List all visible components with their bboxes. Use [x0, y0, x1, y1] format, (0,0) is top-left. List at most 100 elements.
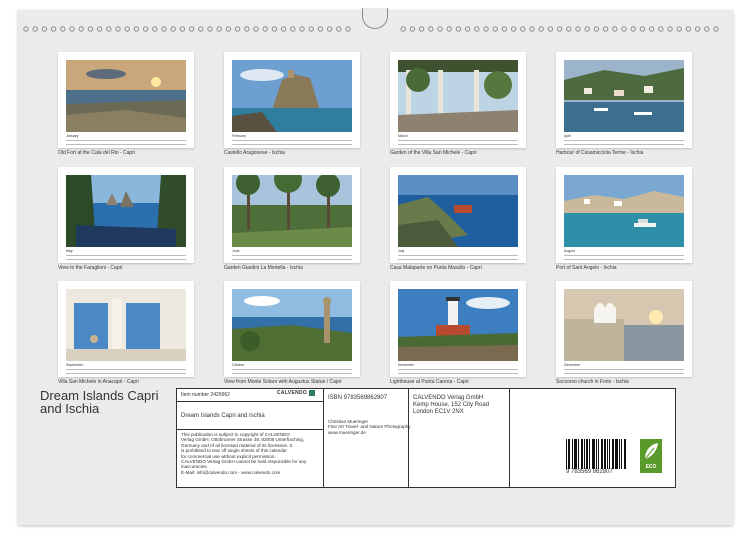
- month-date-grid: [564, 369, 684, 374]
- month-date-grid: [398, 369, 518, 374]
- spiral-ring: [234, 26, 241, 32]
- month-date-grid: [564, 140, 684, 145]
- spiral-ring: [510, 26, 517, 32]
- spiral-ring: [262, 26, 268, 32]
- month-caption: Villa San Michele in Anacapri - Capri: [58, 379, 139, 385]
- month-label: March: [398, 134, 408, 138]
- spiral-ring: [336, 26, 342, 32]
- month-label: December: [564, 363, 581, 367]
- month-thumbnail-may: May: [58, 167, 194, 263]
- info-column-3: CALVENDO Verlag GmbH Kemp House, 152 City…: [409, 389, 510, 487]
- spiral-ring: [345, 26, 351, 32]
- month-thumbnail-december: December: [556, 281, 692, 377]
- month-date-grid: [66, 140, 186, 145]
- spiral-ring: [676, 26, 682, 32]
- brand-name: CALVENDO: [277, 390, 308, 396]
- spiral-ring: [437, 26, 443, 32]
- publisher-line: CALVENDO Verlag GmbH: [413, 395, 484, 401]
- month-date-grid: [232, 255, 352, 260]
- info-column-2: ISBN 9783569862807 Christian Mueringer Fi…: [324, 389, 410, 487]
- month-caption: Soccorso church in Forio - Ischia: [556, 379, 629, 385]
- spiral-ring: [575, 26, 581, 32]
- month-date-grid: [66, 255, 186, 260]
- barcode-digits: 9 783569 862807: [566, 469, 613, 475]
- publisher-line: London EC1V 2NX: [413, 409, 464, 415]
- spiral-ring: [23, 26, 29, 32]
- spiral-ring: [658, 26, 664, 32]
- month-photo: [66, 60, 186, 132]
- spiral-ring: [308, 26, 314, 32]
- isbn: ISBN 9783569862807: [328, 395, 388, 401]
- month-date-grid: [232, 369, 352, 374]
- spiral-ring: [667, 26, 673, 32]
- spiral-ring: [464, 26, 471, 32]
- spiral-ring: [290, 26, 296, 32]
- spiral-ring: [216, 26, 222, 32]
- spiral-ring: [78, 26, 84, 32]
- spiral-ring: [87, 26, 94, 32]
- spiral-ring: [409, 26, 416, 32]
- spiral-ring: [207, 26, 213, 32]
- spiral-ring: [713, 26, 719, 32]
- spiral-ring: [694, 26, 701, 32]
- spiral-ring: [584, 26, 590, 32]
- month-photo: [398, 289, 518, 361]
- month-label: July: [398, 249, 405, 253]
- barcode: [566, 439, 626, 469]
- spiral-ring: [115, 26, 121, 32]
- spiral-ring: [271, 26, 278, 32]
- spiral-ring: [96, 26, 103, 32]
- spiral-ring: [400, 26, 406, 32]
- brand-mark-icon: [309, 390, 316, 396]
- month-label: January: [66, 134, 79, 138]
- leaf-icon: [644, 443, 658, 460]
- spiral-ring: [612, 26, 618, 32]
- spiral-ring: [639, 26, 646, 32]
- month-thumbnail-november: November: [390, 281, 526, 377]
- spiral-ring: [317, 26, 324, 32]
- spiral-ring: [704, 26, 710, 32]
- spiral-ring: [280, 26, 287, 32]
- month-caption: Lighthouse at Punta Carena - Capri: [390, 379, 469, 385]
- spiral-ring: [602, 26, 609, 32]
- publisher-line: Kemp House, 152 City Road: [413, 402, 490, 408]
- month-date-grid: [232, 140, 352, 145]
- spiral-ring: [142, 26, 149, 32]
- spiral-ring: [593, 26, 600, 32]
- month-caption: Garden of the Villa San Michele - Capri: [390, 150, 477, 156]
- spiral-ring: [69, 26, 75, 32]
- spiral-ring: [124, 26, 130, 32]
- month-label: May: [66, 249, 73, 253]
- item-number: Item number 2429962: [181, 392, 230, 398]
- info-column-1: Item number 2429962 CALVENDO Dream Islan…: [177, 389, 324, 487]
- eco-text: ECO: [645, 464, 657, 470]
- author-block: Christian Mueringer Fine Art Travel- and …: [328, 419, 410, 435]
- month-label: October: [232, 363, 245, 367]
- spiral-ring: [492, 26, 498, 32]
- month-caption: Garden Giardini La Mortella - Ischia: [224, 265, 303, 271]
- spiral-ring: [501, 26, 508, 32]
- spiral-ring: [60, 26, 66, 32]
- calvendo-logo: CALVENDO: [277, 390, 316, 396]
- spiral-ring: [41, 26, 48, 32]
- month-label: June: [232, 249, 240, 253]
- spiral-ring: [299, 26, 305, 32]
- spiral-ring: [483, 26, 489, 32]
- month-caption: Castello Aragonese - Ischia: [224, 150, 285, 156]
- month-photo: [66, 175, 186, 247]
- spiral-ring: [152, 26, 158, 32]
- month-label: November: [398, 363, 415, 367]
- month-date-grid: [564, 255, 684, 260]
- spiral-ring: [630, 26, 636, 32]
- month-photo: [564, 289, 684, 361]
- month-photo: [398, 175, 518, 247]
- month-photo: [564, 175, 684, 247]
- month-caption: Harbour of Casamicciola Terme - Ischia: [556, 150, 644, 156]
- eco-label: ECO: [640, 439, 662, 473]
- spiral-ring: [106, 26, 112, 32]
- month-thumbnail-august: August: [556, 167, 692, 263]
- product-title: Dream Islands Capri and Ischia: [181, 413, 265, 419]
- spiral-ring: [32, 26, 38, 32]
- month-photo: [232, 175, 352, 247]
- product-info-box: Item number 2429962 CALVENDO Dream Islan…: [176, 388, 676, 488]
